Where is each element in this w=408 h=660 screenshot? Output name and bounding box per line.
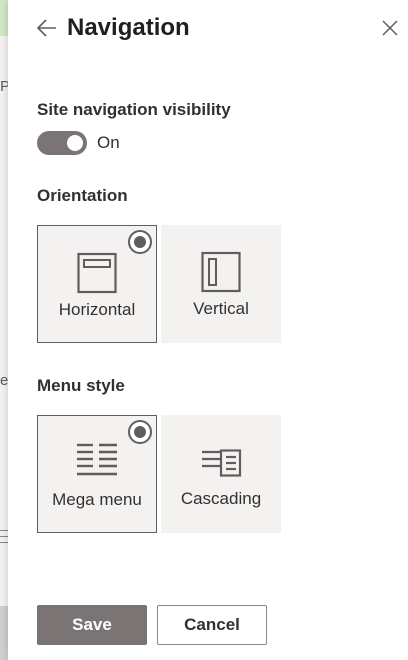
option-label: Horizontal xyxy=(58,300,136,319)
background-header-strip xyxy=(0,0,8,36)
radio-dot xyxy=(134,426,146,438)
orientation-option-vertical[interactable]: Vertical xyxy=(161,225,281,343)
option-label: Cascading xyxy=(180,489,262,508)
mega-menu-icon xyxy=(77,443,117,476)
background-page: P e xyxy=(0,0,10,660)
radio-dot xyxy=(134,236,146,248)
toggle-knob xyxy=(67,135,83,151)
menu-style-option-cascading[interactable]: Cascading xyxy=(161,415,281,533)
menu-style-label: Menu style xyxy=(37,376,125,395)
option-label: Vertical xyxy=(193,299,249,318)
cancel-button[interactable]: Cancel xyxy=(157,605,267,645)
background-divider xyxy=(0,536,8,537)
back-arrow-icon xyxy=(36,19,56,37)
background-footer xyxy=(0,606,8,660)
option-label: Mega menu xyxy=(52,490,142,509)
radio-selected xyxy=(128,420,152,444)
horizontal-layout-icon xyxy=(77,252,117,294)
site-navigation-toggle[interactable] xyxy=(37,131,87,155)
menu-style-option-mega-menu[interactable]: Mega menu xyxy=(37,415,157,533)
cascading-menu-icon xyxy=(202,449,242,477)
save-button[interactable]: Save xyxy=(37,605,147,645)
toggle-state-text: On xyxy=(97,133,120,152)
close-button[interactable] xyxy=(379,17,401,39)
tile-icon-wrapper xyxy=(38,252,156,294)
navigation-panel: Navigation Site navigation visibility On… xyxy=(8,0,408,660)
site-navigation-visibility-label: Site navigation visibility xyxy=(37,100,231,119)
close-icon xyxy=(382,20,398,36)
tile-icon-wrapper xyxy=(38,442,156,484)
back-button[interactable] xyxy=(34,14,60,42)
vertical-layout-icon xyxy=(201,251,241,293)
background-divider xyxy=(0,530,8,531)
panel-title: Navigation xyxy=(67,14,190,41)
radio-selected xyxy=(128,230,152,254)
tile-icon-wrapper xyxy=(161,251,281,293)
orientation-label: Orientation xyxy=(37,186,128,205)
orientation-option-horizontal[interactable]: Horizontal xyxy=(37,225,157,343)
background-divider xyxy=(0,542,8,543)
tile-icon-wrapper xyxy=(161,449,281,491)
